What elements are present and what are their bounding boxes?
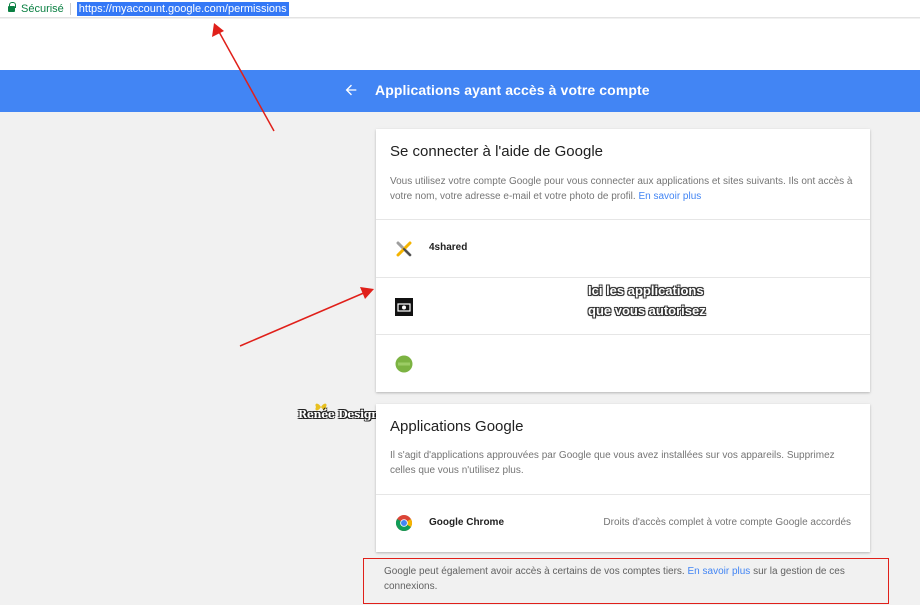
- black-app-icon: [395, 298, 413, 316]
- google-apps-card: Applications Google Il s'agit d'applicat…: [376, 404, 870, 552]
- learn-more-link[interactable]: En savoir plus: [638, 191, 701, 202]
- app-row-3[interactable]: [376, 334, 870, 391]
- annotation-text: Ici les applications que vous autorisez: [588, 281, 706, 321]
- app-access-level: Droits d'accès complet à votre compte Go…: [603, 517, 851, 528]
- page-top-area: [0, 19, 920, 70]
- app-name: Google Chrome: [429, 517, 505, 528]
- description-text: Vous utilisez votre compte Google pour v…: [390, 176, 853, 202]
- sign-in-with-google-card: Se connecter à l'aide de Google Vous uti…: [376, 129, 870, 392]
- learn-more-link[interactable]: En savoir plus: [688, 566, 751, 577]
- annotation-line-1: Ici les applications: [588, 283, 704, 298]
- annotation-line-2: que vous autorisez: [588, 303, 706, 318]
- watermark-logo: Renée Design: [298, 408, 379, 421]
- app-row-4shared[interactable]: 4shared: [376, 219, 870, 276]
- app-row-google-chrome[interactable]: Google Chrome Droits d'accès complet à v…: [376, 494, 870, 551]
- lock-icon: [8, 1, 16, 13]
- notice-text: Google peut également avoir accès à cert…: [384, 564, 864, 594]
- page-header: Applications ayant accès à votre compte: [0, 70, 920, 112]
- third-party-access-notice: Google peut également avoir accès à cert…: [363, 558, 889, 604]
- secure-label: Sécurisé: [21, 2, 64, 15]
- card-description: Il s'agit d'applications approuvées par …: [390, 450, 835, 476]
- address-separator: [69, 2, 71, 15]
- arrow-back-icon[interactable]: [343, 82, 359, 98]
- arrow-to-apps: [239, 287, 374, 347]
- address-bar[interactable]: Sécurisé https://myaccount.google.com/pe…: [0, 0, 920, 18]
- card-title: Applications Google: [390, 418, 524, 435]
- card-title: Se connecter à l'aide de Google: [390, 143, 604, 160]
- notice-text-before: Google peut également avoir accès à cert…: [384, 566, 685, 577]
- page-title: Applications ayant accès à votre compte: [375, 82, 650, 98]
- app-name: 4shared: [429, 242, 468, 253]
- url-text[interactable]: https://myaccount.google.com/permissions: [76, 1, 289, 16]
- card-description: Vous utilisez votre compte Google pour v…: [390, 174, 860, 204]
- chrome-icon: [395, 515, 413, 531]
- 4shared-icon: [396, 241, 412, 257]
- green-app-icon: [395, 355, 413, 373]
